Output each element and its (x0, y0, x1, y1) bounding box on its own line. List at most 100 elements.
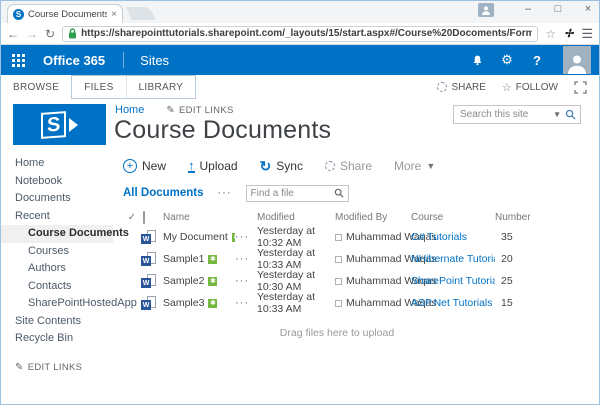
column-number[interactable]: Number (495, 212, 545, 223)
upload-label: Upload (200, 159, 238, 173)
upload-button[interactable]: ↑ Upload (188, 159, 238, 173)
search-icon[interactable] (565, 109, 576, 120)
sidebar-item-authors[interactable]: Authors (1, 260, 113, 278)
find-file-input[interactable] (251, 188, 330, 199)
new-button[interactable]: + New (123, 159, 166, 173)
column-course[interactable]: Course (411, 212, 495, 223)
new-label: New (142, 159, 166, 173)
maximize-button[interactable]: □ (551, 3, 565, 15)
sidebar-edit-links-label: EDIT LINKS (28, 362, 83, 373)
browser-profile-button[interactable] (478, 3, 494, 17)
minimize-button[interactable]: – (521, 3, 535, 15)
select-all-icon[interactable]: ✓ (123, 212, 141, 223)
sidebar-item-courses[interactable]: Courses (1, 243, 113, 261)
suite-actions: ⚙ ? (469, 46, 599, 74)
sidebar-edit-links-button[interactable]: ✎ EDIT LINKS (1, 362, 113, 373)
document-link[interactable]: Sample2 (163, 275, 204, 287)
table-row[interactable]: W Sample1✱ ··· Yesterday at 10:33 AM Muh… (123, 247, 551, 269)
sidebar-item-recycle-bin[interactable]: Recycle Bin (1, 330, 113, 348)
word-document-icon: W (141, 252, 156, 266)
sync-button[interactable]: ↻ Sync (260, 158, 303, 175)
document-link[interactable]: My Document (163, 231, 228, 243)
notifications-bell-icon[interactable] (469, 54, 485, 67)
address-bar[interactable]: https://sharepointtutorials.sharepoint.c… (62, 26, 538, 42)
document-link[interactable]: Sample1 (163, 253, 204, 265)
column-modified[interactable]: Modified (257, 212, 335, 223)
person-icon (481, 5, 491, 15)
pencil-icon: ✎ (15, 362, 24, 373)
sidebar-item-documents[interactable]: Documents (1, 190, 113, 208)
course-link[interactable]: SharePoint Tutorials (411, 275, 495, 287)
follow-button[interactable]: ☆ FOLLOW (502, 81, 558, 94)
tab-close-icon[interactable]: × (111, 9, 117, 20)
share-document-button[interactable]: Share (325, 159, 372, 173)
sidebar-item-notebook[interactable]: Notebook (1, 173, 113, 191)
url-text[interactable]: https://sharepointtutorials.sharepoint.c… (81, 28, 532, 39)
document-library-list: ✓ Name Modified Modified By Course Numbe… (123, 209, 551, 339)
office365-brand[interactable]: Office 365 (35, 53, 123, 68)
item-menu-icon[interactable]: ··· (235, 253, 257, 265)
find-file-box[interactable] (246, 185, 349, 202)
suite-bar: Office 365 Sites ⚙ ? (1, 45, 599, 75)
forward-icon[interactable]: → (26, 27, 38, 41)
word-document-icon: W (141, 296, 156, 310)
share-doc-label: Share (340, 159, 372, 173)
table-row[interactable]: W Sample3✱ ··· Yesterday at 10:33 AM Muh… (123, 291, 551, 313)
course-link[interactable]: ASP.Net Tutorials (411, 297, 495, 309)
item-menu-icon[interactable]: ··· (235, 231, 257, 243)
tab-library[interactable]: LIBRARY (126, 76, 196, 98)
site-search-input[interactable] (460, 109, 549, 120)
help-icon[interactable]: ? (529, 53, 545, 68)
view-more-icon[interactable]: ··· (218, 187, 232, 199)
close-button[interactable]: × (581, 3, 595, 15)
word-document-icon: W (141, 230, 156, 244)
edit-links-button[interactable]: ✎ EDIT LINKS (166, 105, 233, 116)
presence-icon (335, 278, 342, 285)
list-header-row: ✓ Name Modified Modified By Course Numbe… (123, 209, 551, 225)
new-tab-button[interactable] (126, 7, 156, 20)
app-launcher-button[interactable] (1, 45, 35, 75)
table-row[interactable]: W Sample2✱ ··· Yesterday at 10:30 AM Muh… (123, 269, 551, 291)
table-row[interactable]: W My Document✱ ··· Yesterday at 10:32 AM… (123, 225, 551, 247)
view-bar: All Documents ··· (123, 181, 599, 205)
search-icon[interactable] (334, 188, 344, 198)
sidebar-item-recent[interactable]: Recent (1, 208, 113, 226)
item-menu-icon[interactable]: ··· (235, 275, 257, 287)
search-scope-caret-icon[interactable]: ▼ (553, 110, 561, 119)
site-search-box[interactable]: ▼ (453, 105, 581, 124)
browser-tab[interactable]: S Course Documents - All D × (7, 4, 123, 23)
settings-gear-icon[interactable]: ⚙ (499, 52, 515, 68)
course-link[interactable]: NHibernate Tutorials (411, 253, 495, 265)
window-controls: – □ × (521, 3, 595, 15)
item-menu-icon[interactable]: ··· (235, 297, 257, 309)
tab-files[interactable]: FILES (72, 76, 125, 98)
modified-cell: Yesterday at 10:33 AM (257, 291, 335, 315)
back-icon[interactable]: ← (7, 27, 19, 41)
column-name[interactable]: Name (163, 212, 235, 223)
breadcrumb-home-link[interactable]: Home (115, 104, 144, 116)
presence-icon (335, 300, 342, 307)
browser-extension-icon[interactable]: ✢ (564, 27, 573, 40)
share-icon (437, 82, 447, 92)
more-menu-button[interactable]: More ▼ (394, 159, 435, 173)
sidebar-item-course-documents[interactable]: Course Documents (1, 225, 113, 243)
sites-link[interactable]: Sites (124, 53, 185, 68)
share-label: SHARE (451, 82, 485, 93)
focus-mode-icon[interactable] (574, 81, 587, 94)
sidebar-item-home[interactable]: Home (1, 155, 113, 173)
share-button[interactable]: SHARE (437, 82, 485, 93)
course-link[interactable]: C# Tutorials (411, 231, 495, 243)
tab-browse[interactable]: BROWSE (1, 82, 71, 93)
sidebar-item-site-contents[interactable]: Site Contents (1, 313, 113, 331)
column-modified-by[interactable]: Modified By (335, 212, 411, 223)
user-avatar[interactable] (563, 46, 591, 74)
sidebar-item-sharepointhostedapp[interactable]: SharePointHostedApp (1, 295, 113, 313)
document-link[interactable]: Sample3 (163, 297, 204, 309)
upload-arrow-icon: ↑ (188, 160, 195, 173)
refresh-icon[interactable]: ↻ (45, 27, 55, 41)
view-all-documents[interactable]: All Documents (123, 187, 204, 199)
bookmark-star-icon[interactable]: ☆ (545, 27, 556, 41)
browser-menu-icon[interactable]: ☰ (581, 26, 593, 42)
presence-icon (335, 256, 342, 263)
sidebar-item-contacts[interactable]: Contacts (1, 278, 113, 296)
